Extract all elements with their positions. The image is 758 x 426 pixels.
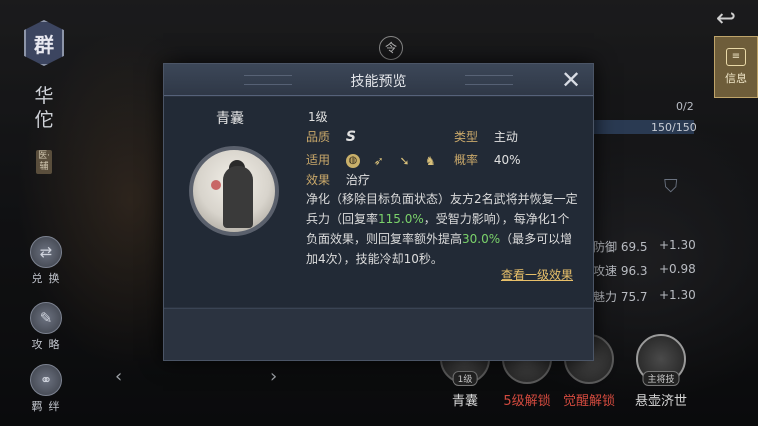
stat-row: 攻速 96.3 +0.98: [593, 262, 696, 279]
skill-preview-dialog: 技能预览 ✕ 青囊 1级 品质 S 类型 主动 适用 ◍ ➶ ➘ ♞ 概率 40…: [163, 63, 594, 361]
rate-value: 40%: [493, 153, 521, 167]
bond-label: 羁绊: [31, 400, 66, 413]
troop-bar-value: 150/150: [651, 121, 697, 134]
prev-arrow-icon[interactable]: ‹: [115, 366, 122, 387]
effect-value: 治疗: [345, 173, 370, 187]
dialog-footer: [164, 308, 593, 360]
info-tab-label: 信息: [725, 72, 747, 85]
view-level1-effect-link[interactable]: 查看一级效果: [501, 266, 573, 283]
stat-value: 75.7: [620, 290, 648, 304]
skill-slot-name: 青囊: [451, 394, 478, 409]
rate-row: 概率 40%: [454, 151, 521, 168]
armor-icon: ⛉: [664, 176, 678, 197]
desc-highlight: 115.0%: [378, 212, 424, 226]
bond-icon: ⚭: [30, 364, 62, 396]
dialog-header: 技能预览 ✕: [164, 64, 593, 96]
rate-label: 概率: [454, 153, 479, 167]
stat-row: 防御 69.5 +1.30: [593, 238, 696, 255]
horse-icon: ♞: [424, 153, 436, 168]
exchange-icon: ⇄: [30, 236, 62, 268]
stat-bonus: +0.98: [659, 262, 696, 276]
info-tab[interactable]: ≡ 信息: [714, 36, 758, 98]
skill-level-tag: 1级: [452, 371, 478, 386]
skill-portrait: [189, 146, 279, 236]
portrait-figure: [223, 166, 253, 228]
close-icon[interactable]: ✕: [557, 66, 585, 94]
bond-button[interactable]: ⚭ 羁绊: [26, 364, 66, 414]
stat-value: 69.5: [620, 240, 648, 254]
effect-row: 效果 治疗: [306, 171, 370, 188]
skill-level: 1级: [308, 110, 328, 124]
bow-icon: ➶: [373, 153, 384, 168]
apply-row: 适用 ◍ ➶ ➘ ♞: [306, 151, 437, 168]
guide-icon: ✎: [30, 302, 62, 334]
stat-bonus: +1.30: [659, 238, 696, 252]
dialog-title: 技能预览: [350, 74, 407, 90]
stat-label: 防御: [593, 240, 618, 254]
guide-label: 攻略: [31, 338, 66, 351]
quality-value: S: [345, 129, 356, 145]
skill-slot[interactable]: 主将技 悬壶济世: [632, 334, 690, 409]
stat-label: 攻速: [593, 264, 618, 278]
stat-value: 96.3: [620, 264, 648, 278]
hero-name: 华佗: [34, 85, 54, 131]
type-label: 类型: [454, 130, 479, 144]
type-value: 主动: [493, 130, 518, 144]
skill-name: 青囊: [216, 111, 244, 127]
back-arrow-icon[interactable]: ↩: [708, 4, 744, 32]
skill-slot-name: 觉醒解锁: [562, 394, 615, 409]
skill-slot-name: 5级解锁: [503, 394, 551, 409]
slot-count: 0/2: [676, 100, 694, 113]
skill-slot-name: 悬壶济世: [634, 394, 687, 409]
leader-skill-tag: 主将技: [642, 371, 680, 386]
type-row: 类型 主动: [454, 128, 518, 145]
command-token-icon[interactable]: 令: [379, 36, 403, 60]
skill-description: 净化（移除目标负面状态）友方2名武将并恢复一定兵力（回复率115.0%，受智力影…: [306, 189, 578, 269]
stat-label: 魅力: [593, 290, 618, 304]
hero-role-badge: 医·辅: [36, 150, 52, 174]
portrait-accent: [211, 180, 221, 190]
exchange-button[interactable]: ⇄ 兑换: [26, 236, 66, 286]
stat-row: 魅力 75.7 +1.30: [593, 288, 696, 305]
stat-bonus: +1.30: [659, 288, 696, 302]
leader-skill-icon: 主将技: [636, 334, 686, 386]
quality-label: 品质: [306, 130, 331, 144]
shield-icon: ◍: [345, 153, 360, 168]
exchange-label: 兑换: [31, 272, 66, 285]
scroll-icon: ≡: [726, 48, 746, 66]
desc-highlight: 30.0%: [462, 232, 501, 246]
guide-button[interactable]: ✎ 攻略: [26, 302, 66, 352]
apply-label: 适用: [306, 153, 331, 167]
quality-row: 品质 S: [306, 128, 356, 145]
effect-label: 效果: [306, 173, 331, 187]
spear-icon: ➘: [399, 153, 410, 168]
next-arrow-icon[interactable]: ›: [270, 366, 277, 387]
